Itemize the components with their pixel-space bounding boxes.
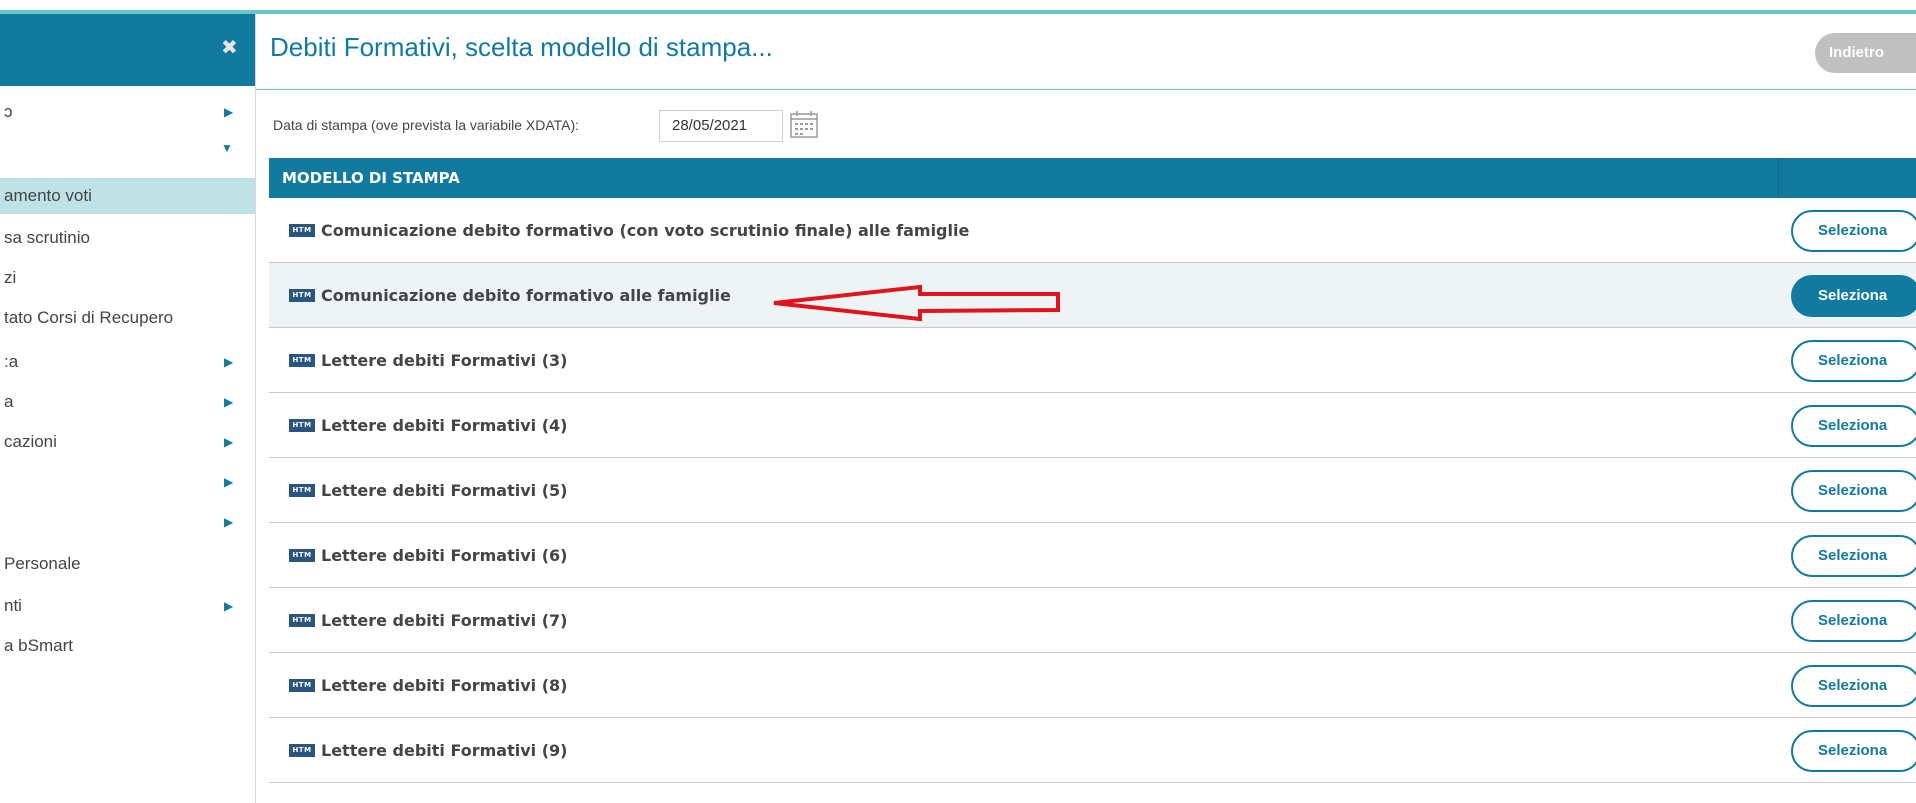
htm-file-icon: HTM [289,419,315,432]
select-button[interactable]: Seleziona [1791,535,1916,577]
title-divider [256,89,1916,90]
calendar-icon[interactable] [789,109,819,139]
htm-file-icon: HTM [289,679,315,692]
table-row: HTM Comunicazione debito formativo (con v… [269,198,1916,263]
sidebar-item-label: ɔ [4,102,13,121]
template-name: Lettere debiti Formativi (6) [321,546,568,565]
top-accent-line [0,10,1916,14]
sidebar-item[interactable]: ▼ [0,130,255,166]
template-name: Lettere debiti Formativi (9) [321,741,568,760]
column-header-modello: MODELLO DI STAMPA [282,169,460,187]
htm-file-icon: HTM [289,289,315,302]
template-name: Lettere debiti Formativi (5) [321,481,568,500]
caret-right-icon: ▶ [224,355,234,369]
table-row: HTM Lettere debiti Formativi (5) Seleziona [269,458,1916,523]
select-button[interactable]: Seleziona [1791,470,1916,512]
sidebar-item[interactable]: zi [0,260,255,296]
table-row: HTM Lettere debiti Formativi (7) Seleziona [269,588,1916,653]
sidebar-item[interactable]: cazioni ▶ [0,424,255,460]
htm-file-icon: HTM [289,354,315,367]
sidebar-item-label: amento voti [4,186,92,205]
sidebar-item[interactable]: ▶ [0,504,255,540]
table-row: HTM Lettere debiti Formativi (6) Seleziona [269,523,1916,588]
sidebar-item-label: a [4,392,14,411]
sidebar-item[interactable]: tato Corsi di Recupero [0,300,255,336]
sidebar-item[interactable]: a bSmart [0,628,255,664]
print-date-label: Data di stampa (ove prevista la variabil… [273,117,580,133]
sidebar-header: ✖ [0,14,255,86]
table-row: HTM Comunicazione debito formativo alle f… [269,263,1916,328]
sidebar-item-label: Personale [4,554,81,573]
caret-right-icon: ▶ [224,475,234,489]
back-button[interactable]: Indietro [1815,33,1916,73]
select-button[interactable]: Seleziona [1791,730,1916,772]
close-icon[interactable]: ✖ [221,35,238,59]
template-name: Lettere debiti Formativi (8) [321,676,568,695]
select-button[interactable]: Seleziona [1791,665,1916,707]
sidebar-item-label: zi [4,268,17,287]
sidebar-item[interactable]: amento voti [0,178,255,214]
table-row: HTM Lettere debiti Formativi (8) Seleziona [269,653,1916,718]
table-row: HTM Lettere debiti Formativi (4) Seleziona [269,393,1916,458]
caret-right-icon: ▶ [224,599,234,613]
sidebar-item-label: :a [4,352,19,371]
caret-right-icon: ▶ [224,395,234,409]
sidebar-item[interactable]: ▶ [0,464,255,500]
print-date-input[interactable]: 28/05/2021 [659,110,783,142]
table-header: MODELLO DI STAMPA [269,158,1916,198]
sidebar-item-label: nti [4,596,22,615]
select-button[interactable]: Seleziona [1791,340,1916,382]
caret-right-icon: ▶ [224,435,234,449]
template-name: Lettere debiti Formativi (4) [321,416,568,435]
htm-file-icon: HTM [289,224,315,237]
htm-file-icon: HTM [289,744,315,757]
caret-right-icon: ▶ [224,105,234,119]
caret-right-icon: ▶ [224,515,234,529]
red-arrow-annotation [773,284,1060,322]
template-name: Lettere debiti Formativi (7) [321,611,568,630]
sidebar-item[interactable]: nti ▶ [0,588,255,624]
sidebar-item-label: tato Corsi di Recupero [4,308,174,327]
select-button[interactable]: Seleziona [1791,405,1916,447]
table-row: HTM Lettere debiti Formativi (9) Seleziona [269,718,1916,783]
table-row: HTM Lettere debiti Formativi (3) Seleziona [269,328,1916,393]
sidebar-item[interactable]: a ▶ [0,384,255,420]
page-title: Debiti Formativi, scelta modello di stam… [270,32,773,62]
sidebar-item-label: a bSmart [4,636,73,655]
select-button[interactable]: Seleziona [1791,600,1916,642]
sidebar-item[interactable]: ɔ ▶ [0,94,255,130]
sidebar-item-label: cazioni [4,432,57,451]
sidebar-item[interactable]: :a ▶ [0,344,255,380]
column-divider [1778,158,1779,198]
sidebar: ✖ ɔ ▶ ▼ amento voti sa scrutinio zi tato Corsi… [0,14,256,803]
htm-file-icon: HTM [289,614,315,627]
select-button[interactable]: Seleziona [1791,210,1916,252]
caret-down-icon: ▼ [221,141,233,155]
sidebar-item[interactable]: Personale [0,546,255,582]
sidebar-item-label: sa scrutinio [4,228,90,247]
template-name: Lettere debiti Formativi (3) [321,351,568,370]
htm-file-icon: HTM [289,549,315,562]
htm-file-icon: HTM [289,484,315,497]
select-button[interactable]: Seleziona [1791,275,1916,317]
template-name: Comunicazione debito formativo alle fami… [321,286,731,305]
sidebar-item[interactable]: sa scrutinio [0,220,255,256]
template-name: Comunicazione debito formativo (con voto… [321,221,970,240]
